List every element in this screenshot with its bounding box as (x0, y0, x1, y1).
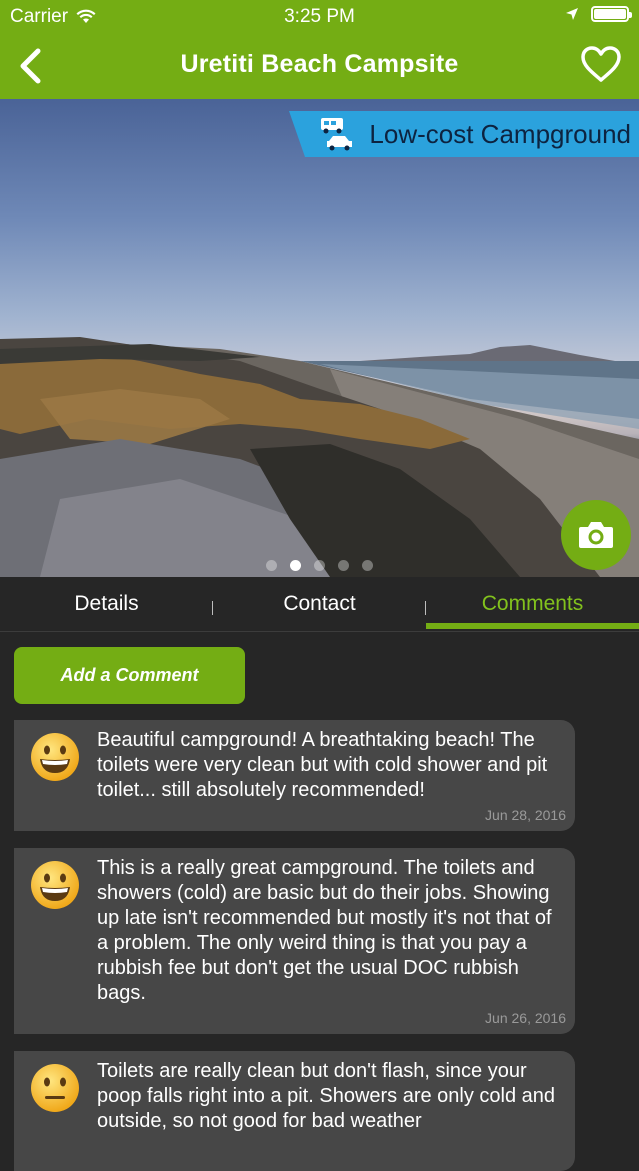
status-time: 3:25 PM (284, 6, 355, 27)
top-bar: Carrier 3:25 PM Uretiti Beach Campsite (0, 0, 639, 99)
page-dot[interactable] (314, 560, 325, 571)
status-right (565, 6, 632, 22)
comment-card: Beautiful campground! A breathtaking bea… (14, 720, 575, 831)
comment-text: Toilets are really clean but don't flash… (97, 1060, 556, 1132)
add-comment-button[interactable]: Add a Comment (14, 647, 245, 704)
photo-page-indicator (0, 560, 639, 571)
page-title: Uretiti Beach Campsite (180, 50, 459, 78)
comment-text: Beautiful campground! A breathtaking bea… (97, 729, 548, 801)
neutral-face-icon (31, 1064, 79, 1112)
page-dot[interactable] (266, 560, 277, 571)
battery-icon (591, 6, 632, 22)
happy-face-icon (31, 733, 79, 781)
page-dot[interactable] (338, 560, 349, 571)
page-dot-active[interactable] (290, 560, 301, 571)
comment-text: This is a really great campground. The t… (97, 857, 552, 1004)
tab-bar: Details Contact Comments (0, 577, 639, 632)
tab-details[interactable]: Details (0, 577, 213, 631)
page-dot[interactable] (362, 560, 373, 571)
favorite-heart-icon[interactable] (579, 44, 623, 84)
beach-landscape-image (0, 337, 639, 577)
comment-card: Toilets are really clean but don't flash… (14, 1051, 575, 1171)
campsite-photo[interactable]: Low-cost Campground (0, 99, 639, 577)
location-arrow-icon (566, 8, 578, 20)
badge-label: Low-cost Campground (369, 119, 631, 149)
campground-type-badge: Low-cost Campground (289, 111, 639, 157)
tab-contact[interactable]: Contact (213, 577, 426, 631)
comment-date: Jun 28, 2016 (485, 807, 566, 823)
comment-card: This is a really great campground. The t… (14, 848, 575, 1034)
active-tab-indicator (426, 623, 639, 629)
campervan-car-icon (321, 118, 352, 151)
status-bar: Carrier 3:25 PM (0, 0, 639, 32)
happy-face-icon (31, 861, 79, 909)
comment-date: Jun 26, 2016 (485, 1010, 566, 1026)
